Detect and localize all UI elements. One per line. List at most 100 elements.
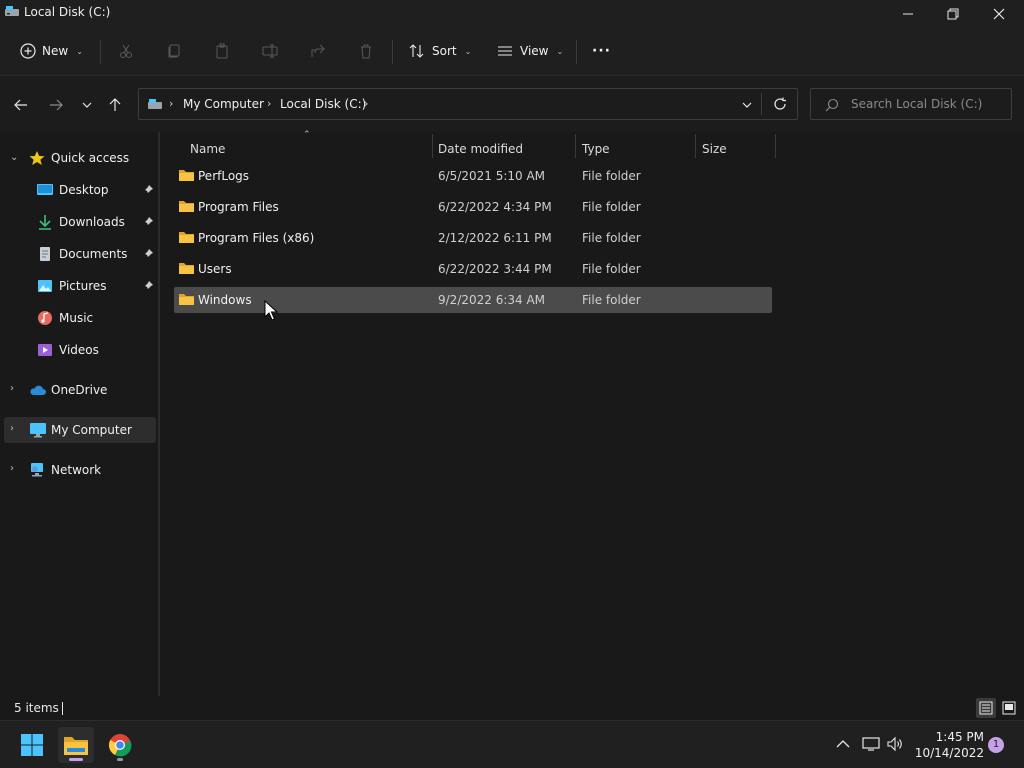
tiles-view-icon xyxy=(1002,701,1016,715)
command-bar: New ⌄ Sort ⌄ View ⌄ ··· xyxy=(0,28,1024,76)
divider xyxy=(100,40,101,64)
chevron-right-icon: › xyxy=(10,383,14,394)
navigation-pane: ⌄ Quick access Desktop Downloads Documen… xyxy=(0,132,158,696)
copy-button[interactable] xyxy=(164,41,184,61)
file-row[interactable]: Program Files 6/22/2022 4:34 PM File fol… xyxy=(174,194,772,220)
pin-icon[interactable] xyxy=(142,248,154,260)
restore-button[interactable] xyxy=(930,0,976,28)
file-name: Users xyxy=(198,262,232,276)
music-icon xyxy=(38,311,52,325)
sidebar-item-label: Documents xyxy=(59,247,128,261)
sidebar-item-onedrive[interactable]: › OneDrive xyxy=(4,377,156,403)
more-options-button[interactable]: ··· xyxy=(592,38,611,64)
sidebar-item-downloads[interactable]: Downloads xyxy=(4,209,156,235)
sidebar-item-my-computer[interactable]: › My Computer xyxy=(4,417,156,443)
sidebar-item-label: My Computer xyxy=(51,423,132,437)
sidebar-item-quick-access[interactable]: ⌄ Quick access xyxy=(4,145,156,171)
folder-icon xyxy=(179,263,194,274)
rename-icon xyxy=(262,44,278,58)
file-row[interactable]: Users 6/22/2022 3:44 PM File folder xyxy=(174,256,772,282)
file-row[interactable]: PerfLogs 6/5/2021 5:10 AM File folder xyxy=(174,163,772,189)
chevron-up-icon xyxy=(836,740,850,748)
minimize-icon xyxy=(903,13,913,15)
chevron-right-icon: › xyxy=(169,97,174,110)
taskbar: 1:45 PM 10/14/2022 1 xyxy=(0,720,1024,768)
rename-button[interactable] xyxy=(260,41,280,61)
search-input[interactable]: Search Local Disk (C:) xyxy=(810,88,1012,120)
file-name: Program Files xyxy=(198,200,279,214)
paste-button[interactable] xyxy=(212,41,232,61)
desktop-icon xyxy=(37,184,53,195)
sidebar-item-label: OneDrive xyxy=(51,383,108,397)
column-header-size[interactable]: Size xyxy=(702,136,727,162)
forward-button[interactable] xyxy=(45,94,67,116)
volume-button[interactable] xyxy=(884,733,906,755)
sidebar-item-pictures[interactable]: Pictures xyxy=(4,273,156,299)
up-button[interactable] xyxy=(104,94,126,116)
sidebar-item-music[interactable]: Music xyxy=(4,305,156,331)
chrome-icon xyxy=(108,734,132,757)
network-status-button[interactable] xyxy=(860,733,882,755)
trash-icon xyxy=(361,44,371,59)
tiles-view-button[interactable] xyxy=(999,698,1019,718)
network-monitor-icon xyxy=(862,737,880,751)
arrow-up-icon xyxy=(109,98,121,111)
delete-button[interactable] xyxy=(356,41,376,61)
taskbar-file-explorer[interactable] xyxy=(58,727,94,763)
column-header-date[interactable]: Date modified xyxy=(438,136,523,162)
start-button[interactable] xyxy=(14,727,50,763)
network-icon xyxy=(31,463,43,477)
sidebar-item-desktop[interactable]: Desktop xyxy=(4,177,156,203)
file-date: 2/12/2022 6:11 PM xyxy=(438,231,552,245)
sidebar-item-label: Downloads xyxy=(59,215,125,229)
breadcrumb-local-disk[interactable]: Local Disk (C:) xyxy=(280,97,366,111)
column-header-name[interactable]: Name xyxy=(190,136,225,162)
chevron-down-icon xyxy=(82,102,92,108)
file-row[interactable]: Program Files (x86) 2/12/2022 6:11 PM Fi… xyxy=(174,225,772,251)
back-button[interactable] xyxy=(10,94,32,116)
pin-icon[interactable] xyxy=(142,184,154,196)
active-indicator xyxy=(69,758,83,761)
minimize-button[interactable] xyxy=(885,0,931,28)
address-bar[interactable]: › My Computer › Local Disk (C:) › xyxy=(138,88,798,120)
file-type: File folder xyxy=(582,293,641,307)
sidebar-item-videos[interactable]: Videos xyxy=(4,337,156,363)
chevron-right-icon: › xyxy=(267,97,272,110)
sort-button[interactable]: Sort ⌄ xyxy=(408,38,471,64)
breadcrumb-my-computer[interactable]: My Computer xyxy=(183,97,264,111)
address-dropdown-icon[interactable] xyxy=(741,99,753,111)
refresh-icon[interactable] xyxy=(773,97,787,111)
recent-locations-button[interactable] xyxy=(76,94,98,116)
sort-label: Sort xyxy=(432,44,457,58)
column-divider[interactable] xyxy=(575,134,576,158)
item-count: 5 items xyxy=(14,701,59,715)
details-view-button[interactable] xyxy=(976,698,996,718)
column-divider[interactable] xyxy=(775,134,776,158)
taskbar-chrome[interactable] xyxy=(102,727,138,763)
column-header-type[interactable]: Type xyxy=(582,136,610,162)
sidebar-item-network[interactable]: › Network xyxy=(4,457,156,483)
close-button[interactable] xyxy=(976,0,1022,28)
cut-button[interactable] xyxy=(116,41,136,61)
star-icon xyxy=(29,151,45,165)
clock[interactable]: 1:45 PM 10/14/2022 xyxy=(910,729,984,761)
divider xyxy=(576,40,577,64)
notification-badge[interactable]: 1 xyxy=(988,737,1004,753)
share-button[interactable] xyxy=(308,41,328,61)
new-button[interactable]: New ⌄ xyxy=(20,38,83,64)
column-divider[interactable] xyxy=(695,134,696,158)
pin-icon[interactable] xyxy=(142,216,154,228)
column-divider[interactable] xyxy=(432,134,433,158)
view-button[interactable]: View ⌄ xyxy=(496,38,563,64)
paste-icon xyxy=(216,43,228,59)
pictures-icon xyxy=(38,280,52,292)
share-icon xyxy=(311,44,325,57)
pin-icon[interactable] xyxy=(142,280,154,292)
sidebar-item-label: Videos xyxy=(59,343,99,357)
chevron-right-icon: › xyxy=(10,463,14,474)
file-type: File folder xyxy=(582,262,641,276)
sidebar-item-documents[interactable]: Documents xyxy=(4,241,156,267)
status-bar: 5 items xyxy=(0,696,1024,720)
chevron-right-icon: › xyxy=(10,423,14,434)
show-hidden-icons-button[interactable] xyxy=(832,733,854,755)
